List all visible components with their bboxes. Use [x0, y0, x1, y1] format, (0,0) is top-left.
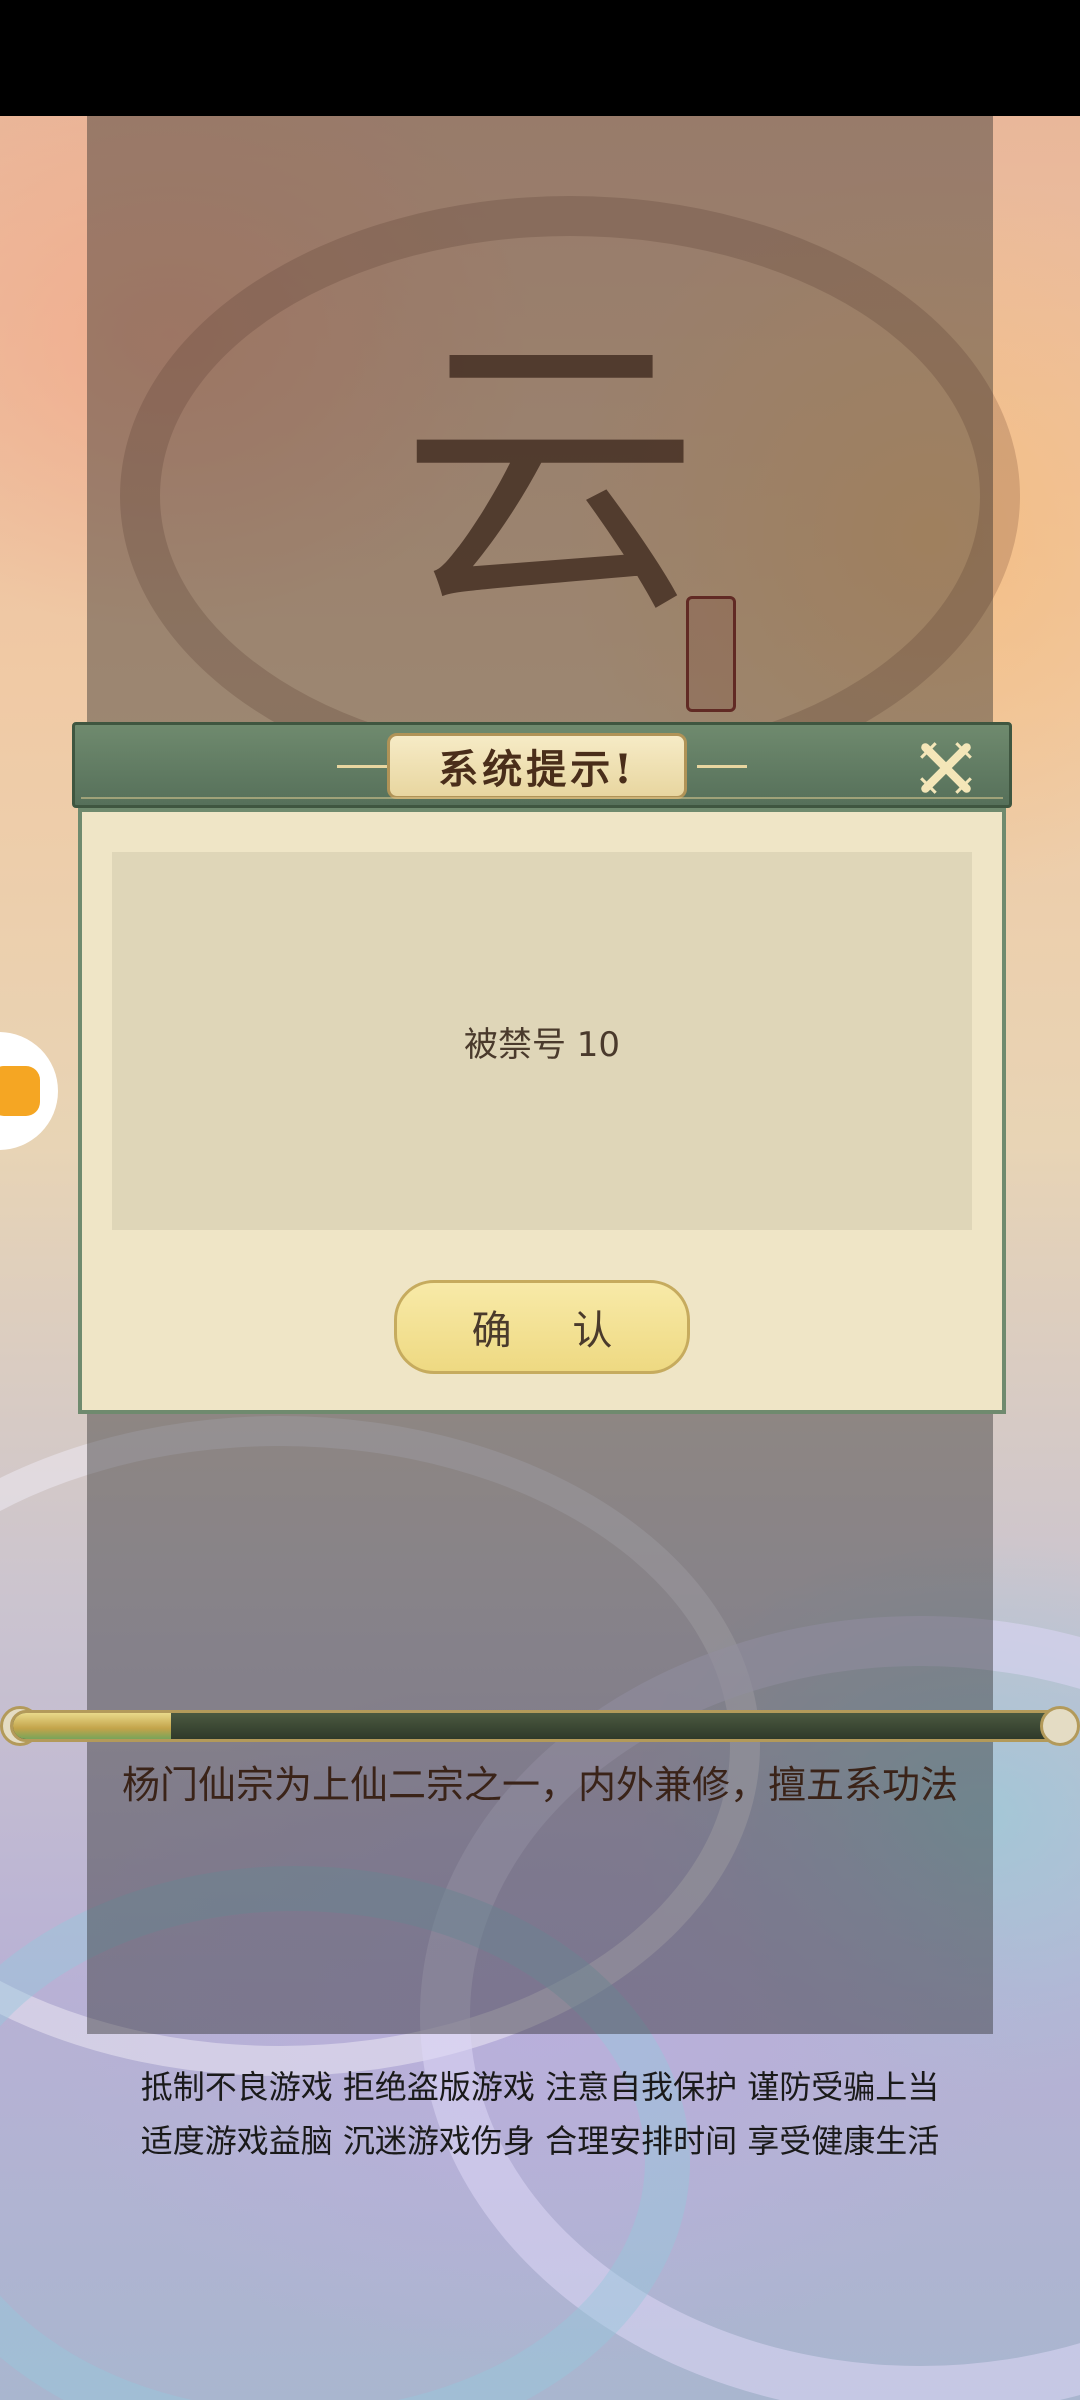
dialog-body: 被禁号 10 确 认	[78, 808, 1006, 1414]
progress-end-cap	[1040, 1706, 1080, 1746]
close-icon	[920, 742, 972, 794]
dialog-header: 系统提示!	[72, 722, 1012, 808]
dialog-title-plaque: 系统提示!	[387, 733, 687, 799]
health-notice-line: 抵制不良游戏 拒绝盗版游戏 注意自我保护 谨防受骗上当	[140, 2068, 940, 2106]
loading-progress-bar	[10, 1710, 1070, 1742]
loading-progress-fill	[13, 1713, 172, 1739]
confirm-button-label: 确 认	[471, 1308, 637, 1354]
gamepad-icon	[0, 1066, 40, 1116]
confirm-button[interactable]: 确 认	[394, 1280, 690, 1374]
status-bar	[0, 0, 1080, 116]
dialog-title: 系统提示!	[438, 746, 636, 793]
close-button[interactable]	[911, 733, 981, 803]
system-alert-dialog: 系统提示! 被禁号 10 确 认	[72, 722, 1012, 1414]
health-notice-line: 适度游戏益脑 沉迷游戏伤身 合理安排时间 享受健康生活	[140, 2122, 940, 2160]
title-ornament	[337, 765, 387, 768]
health-gaming-notice: 抵制不良游戏 拒绝盗版游戏 注意自我保护 谨防受骗上当 适度游戏益脑 沉迷游戏伤…	[0, 2060, 1080, 2168]
title-ornament	[697, 765, 747, 768]
dialog-message: 被禁号 10	[463, 1024, 621, 1065]
message-box: 被禁号 10	[112, 852, 972, 1230]
loading-tip: 杨门仙宗为上仙二宗之一，内外兼修，擅五系功法	[121, 1763, 958, 1807]
